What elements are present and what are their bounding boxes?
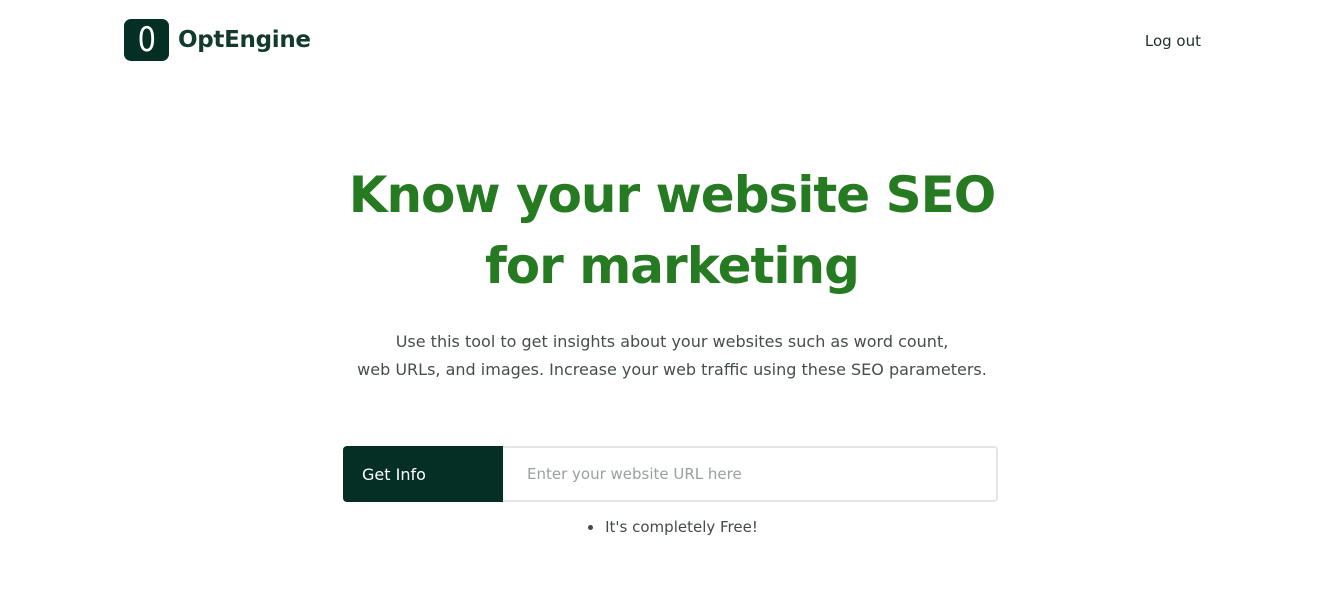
- brand-logo-link[interactable]: 0 OptEngine: [124, 19, 311, 61]
- hero-description-line-1: Use this tool to get insights about your…: [395, 332, 949, 351]
- hero-title: Know your website SEO for marketing: [0, 160, 1344, 302]
- url-form: Get Info: [343, 446, 998, 502]
- free-note-text: It's completely Free!: [605, 518, 758, 536]
- list-item: It's completely Free!: [586, 518, 758, 536]
- hero-title-line-1: Know your website SEO: [348, 166, 997, 224]
- website-url-input[interactable]: [503, 446, 998, 502]
- page: 0 OptEngine Log out Know your website SE…: [0, 0, 1344, 604]
- hero-description-line-2: web URLs, and images. Increase your web …: [357, 360, 987, 379]
- logo-icon: 0: [124, 19, 169, 61]
- logo-letter: 0: [137, 20, 156, 60]
- bullet-dot-icon: [588, 524, 594, 530]
- feature-note-list: It's completely Free!: [0, 518, 1344, 536]
- hero-title-line-2: for marketing: [485, 237, 860, 295]
- get-info-button[interactable]: Get Info: [343, 446, 503, 502]
- logout-link[interactable]: Log out: [1145, 32, 1201, 50]
- brand-name: OptEngine: [178, 27, 311, 53]
- hero-description: Use this tool to get insights about your…: [0, 328, 1344, 384]
- top-navbar: 0 OptEngine Log out: [0, 0, 1344, 84]
